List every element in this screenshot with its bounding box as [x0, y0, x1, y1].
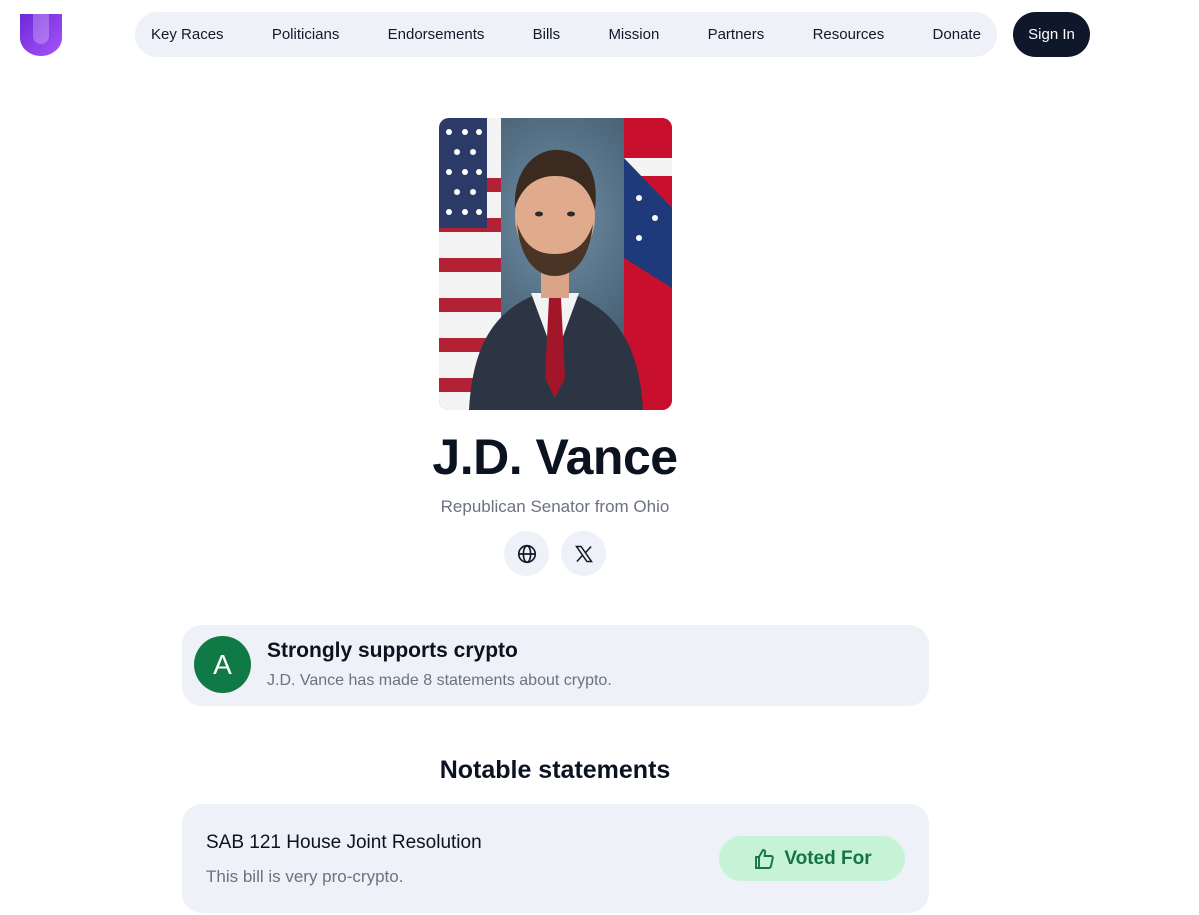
- politician-subtitle: Republican Senator from Ohio: [440, 497, 670, 516]
- nav-endorsements[interactable]: Endorsements: [388, 26, 485, 43]
- nav-partners[interactable]: Partners: [708, 26, 765, 43]
- grade-title: Strongly supports crypto: [267, 639, 518, 662]
- politician-name: J.D. Vance: [432, 429, 678, 485]
- section-title: Notable statements: [439, 756, 671, 784]
- main-nav: Key Races Politicians Endorsements Bills…: [135, 12, 997, 57]
- grade-description: J.D. Vance has made 8 statements about c…: [267, 672, 612, 689]
- statement-description: This bill is very pro-crypto.: [206, 867, 404, 886]
- vote-status-badge: Voted For: [719, 836, 905, 881]
- nav-politicians[interactable]: Politicians: [272, 26, 340, 43]
- grade-badge: A: [194, 636, 251, 693]
- nav-key-races[interactable]: Key Races: [151, 26, 224, 43]
- website-link-button[interactable]: [504, 531, 549, 576]
- sign-in-button[interactable]: Sign In: [1013, 12, 1090, 57]
- x-logo-icon: [574, 545, 593, 562]
- globe-icon: [517, 544, 536, 563]
- statement-title: SAB 121 House Joint Resolution: [206, 832, 482, 853]
- nav-bills[interactable]: Bills: [533, 26, 561, 43]
- nav-mission[interactable]: Mission: [608, 26, 659, 43]
- thumbs-up-icon: [755, 848, 775, 869]
- portrait-image: [439, 118, 672, 410]
- statement-card[interactable]: SAB 121 House Joint Resolution This bill…: [182, 804, 929, 913]
- crypto-grade-card: A Strongly supports crypto J.D. Vance ha…: [182, 625, 929, 706]
- vote-label: Voted For: [784, 847, 872, 869]
- x-profile-link-button[interactable]: [561, 531, 606, 576]
- nav-resources[interactable]: Resources: [813, 26, 885, 43]
- shield-logo-icon: [20, 14, 62, 56]
- site-logo[interactable]: [20, 14, 62, 56]
- nav-donate[interactable]: Donate: [933, 26, 981, 43]
- politician-portrait: [439, 118, 672, 410]
